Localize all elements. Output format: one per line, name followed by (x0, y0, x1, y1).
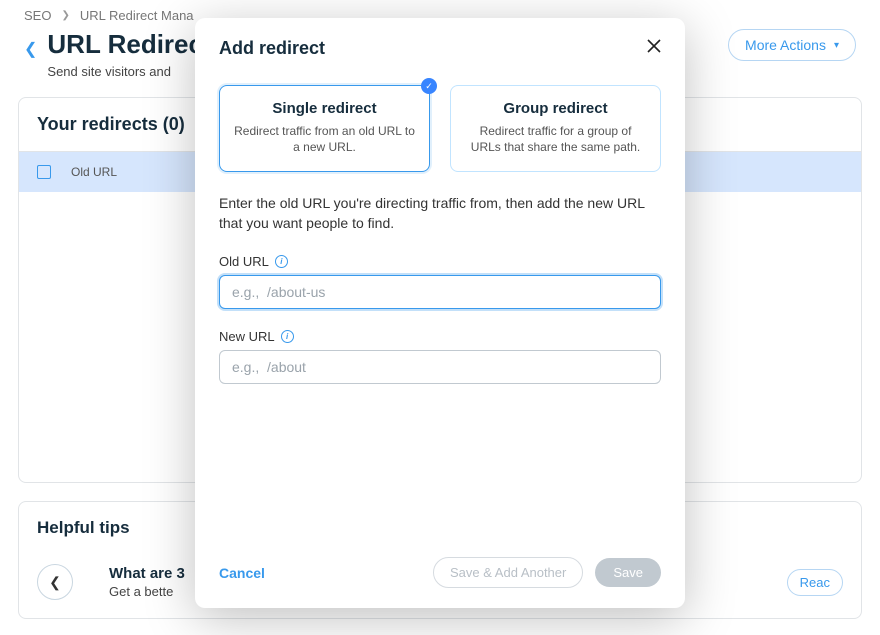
option-group-title: Group redirect (463, 100, 648, 117)
save-button[interactable]: Save (595, 558, 661, 587)
new-url-input[interactable] (219, 350, 661, 384)
info-icon[interactable]: i (281, 330, 294, 343)
new-url-label: New URL i (219, 329, 661, 344)
old-url-input[interactable] (219, 275, 661, 309)
option-group-redirect[interactable]: Group redirect Redirect traffic for a gr… (450, 85, 661, 172)
old-url-label: Old URL i (219, 254, 661, 269)
new-url-label-text: New URL (219, 329, 275, 344)
old-url-label-text: Old URL (219, 254, 269, 269)
option-single-desc: Redirect traffic from an old URL to a ne… (232, 123, 417, 155)
option-group-desc: Redirect traffic for a group of URLs tha… (463, 123, 648, 155)
cancel-button[interactable]: Cancel (219, 565, 265, 581)
modal-instructions: Enter the old URL you're directing traff… (219, 194, 661, 233)
check-icon: ✓ (421, 78, 437, 94)
close-icon (647, 39, 661, 53)
info-icon[interactable]: i (275, 255, 288, 268)
option-single-redirect[interactable]: ✓ Single redirect Redirect traffic from … (219, 85, 430, 172)
save-add-another-button[interactable]: Save & Add Another (433, 557, 583, 588)
close-button[interactable] (647, 39, 661, 58)
add-redirect-modal: Add redirect ✓ Single redirect Redirect … (195, 18, 685, 608)
modal-title: Add redirect (219, 38, 325, 59)
modal-backdrop: Add redirect ✓ Single redirect Redirect … (0, 0, 880, 635)
option-single-title: Single redirect (232, 100, 417, 117)
